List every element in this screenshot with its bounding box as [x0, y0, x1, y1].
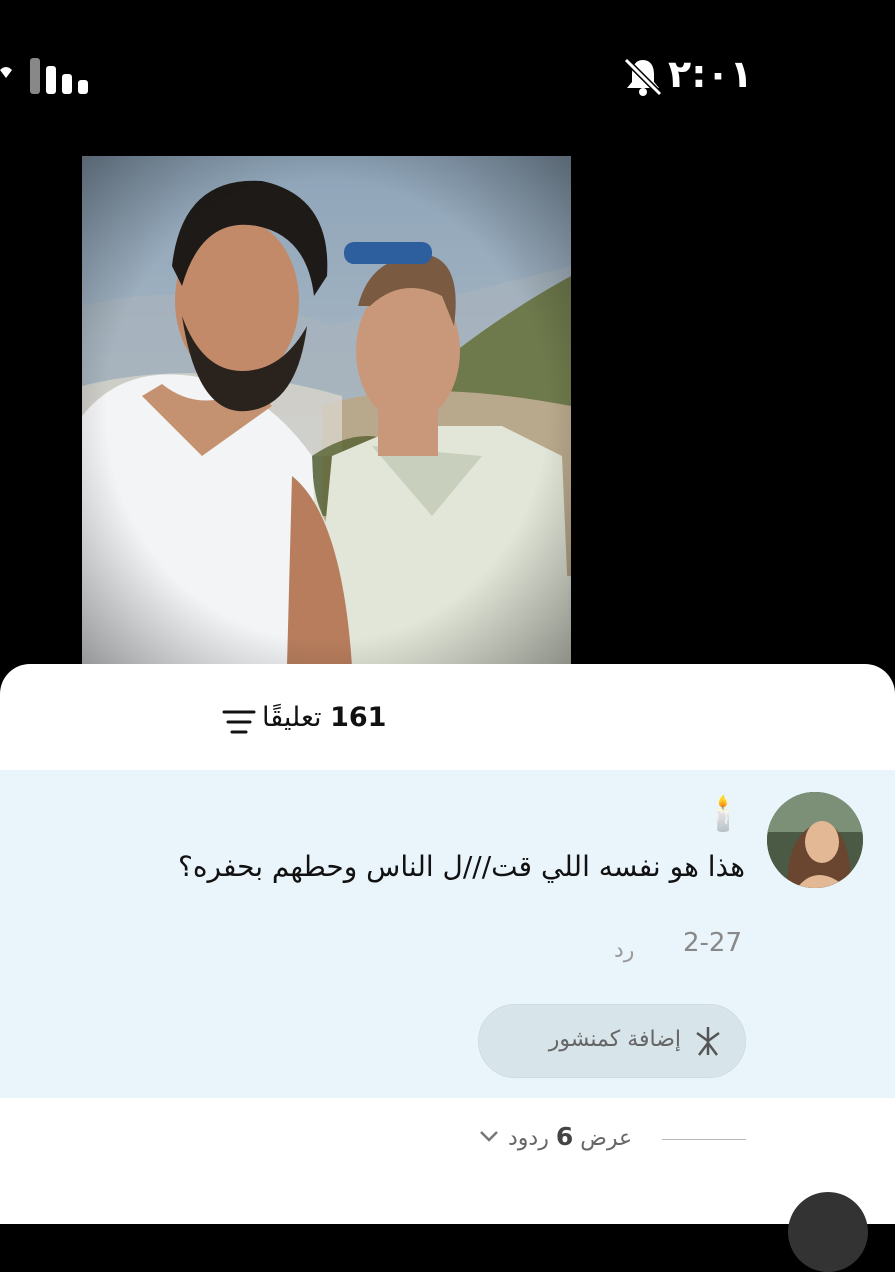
status-bar: ٢:٠١: [0, 0, 895, 150]
comment-text: هذا هو نفسه اللي قت///ل الناس وحطهم بحفر…: [178, 850, 745, 883]
signal-icon: [0, 58, 88, 94]
status-time: ٢:٠١: [668, 52, 753, 96]
divider: [662, 1139, 746, 1140]
sparkle-icon: [696, 1027, 720, 1056]
view-replies-link[interactable]: عرض 6 ردود: [508, 1122, 632, 1151]
post-photo[interactable]: [82, 156, 571, 666]
avatar[interactable]: [767, 792, 863, 888]
reply-link[interactable]: رد: [614, 938, 634, 963]
bell-off-icon: [623, 57, 663, 97]
add-as-post-label: إضافة كمنشور: [548, 1027, 681, 1052]
candle-emoji: 🕯️: [702, 794, 745, 834]
sort-icon[interactable]: [222, 708, 256, 736]
chevron-down-icon: [480, 1131, 498, 1142]
comment-date: 2-27: [683, 928, 743, 958]
view-replies-row[interactable]: عرض 6 ردود: [0, 1118, 895, 1158]
comments-header: 161 تعليقًا: [0, 702, 895, 742]
next-comment-avatar[interactable]: [788, 1192, 868, 1272]
comment-card: 🕯️ هذا هو نفسه اللي قت///ل الناس وحطهم ب…: [0, 770, 895, 1098]
comment-count: 161 تعليقًا: [262, 702, 387, 733]
add-as-post-button[interactable]: إضافة كمنشور: [478, 1004, 746, 1078]
comments-sheet: 161 تعليقًا 🕯️ هذا هو نفسه اللي قت///ل ا…: [0, 664, 895, 1272]
